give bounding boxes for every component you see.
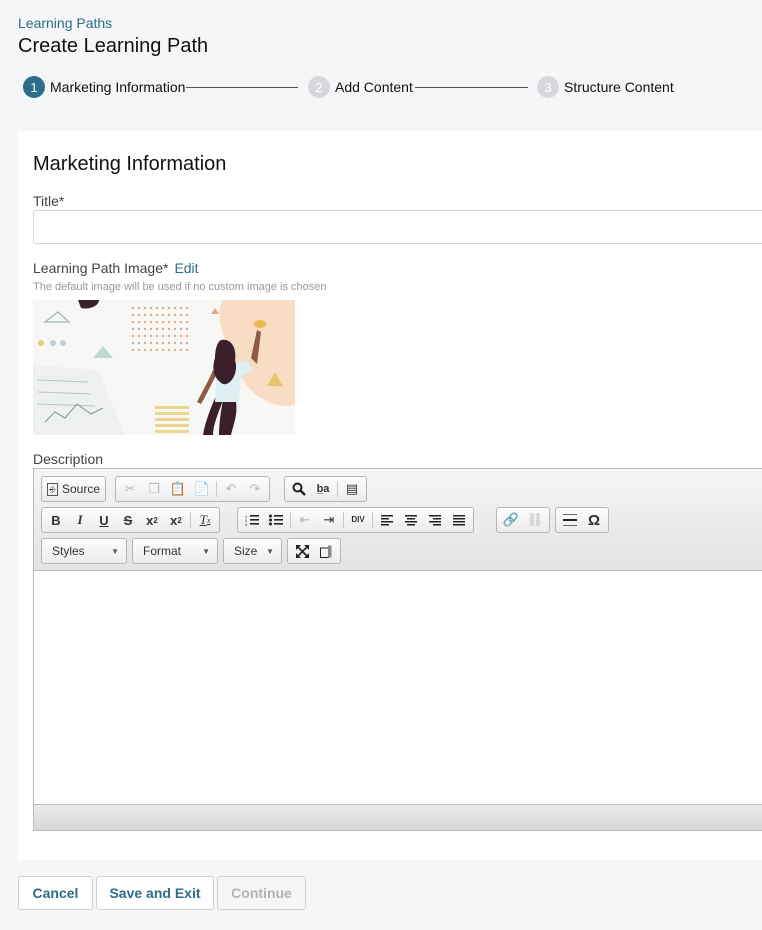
toolbar-separator bbox=[372, 512, 373, 528]
indent-icon[interactable]: ⇥ bbox=[317, 509, 341, 531]
format-dropdown[interactable]: Format ▼ bbox=[132, 538, 218, 564]
link-icon[interactable]: 🔗 bbox=[499, 509, 523, 531]
size-dropdown-label: Size bbox=[234, 544, 258, 558]
cancel-button[interactable]: Cancel bbox=[18, 876, 93, 910]
step-number: 2 bbox=[308, 76, 330, 98]
image-hint: The default image will be used if no cus… bbox=[33, 281, 327, 293]
page-title: Create Learning Path bbox=[18, 35, 209, 57]
toolbar-separator bbox=[190, 512, 191, 528]
stepper: 1 Marketing Information 2 Add Content 3 … bbox=[23, 76, 683, 98]
svg-text:3: 3 bbox=[245, 522, 248, 526]
title-label: Title* bbox=[33, 193, 65, 209]
source-button[interactable]: ⎆ Source bbox=[44, 478, 103, 500]
toolbar-separator bbox=[337, 481, 338, 497]
replace-icon[interactable]: b̲a bbox=[311, 478, 335, 500]
subscript-icon[interactable]: x2 bbox=[140, 509, 164, 531]
step-number: 1 bbox=[23, 76, 45, 98]
chevron-down-icon: ▼ bbox=[111, 546, 119, 556]
step-label: Add Content bbox=[335, 79, 413, 95]
image-label: Learning Path Image* bbox=[33, 260, 169, 276]
copy-icon[interactable]: ❐ bbox=[142, 478, 166, 500]
step-structure-content[interactable]: 3 Structure Content bbox=[537, 76, 674, 98]
paste-icon[interactable]: 📋 bbox=[166, 478, 190, 500]
step-connector bbox=[186, 87, 298, 88]
outdent-icon[interactable]: ⇤ bbox=[293, 509, 317, 531]
marketing-information-card: Marketing Information Title* Learning Pa… bbox=[18, 131, 762, 860]
step-marketing-information[interactable]: 1 Marketing Information bbox=[23, 76, 185, 98]
undo-icon[interactable]: ↶ bbox=[219, 478, 243, 500]
step-label: Structure Content bbox=[564, 79, 674, 95]
toolbar-group-find: b̲a ▤ bbox=[284, 476, 367, 502]
image-edit-link[interactable]: Edit bbox=[174, 260, 198, 276]
styles-dropdown[interactable]: Styles ▼ bbox=[41, 538, 127, 564]
chevron-down-icon: ▼ bbox=[202, 546, 210, 556]
step-label: Marketing Information bbox=[50, 79, 186, 95]
description-label: Description bbox=[33, 451, 104, 467]
description-editor: ⎆ Source ✂ ❐ 📋 📄 ↶ ↷ b̲a ▤ B I U S x 2 x… bbox=[33, 468, 762, 831]
maximize-icon[interactable] bbox=[290, 540, 314, 562]
toolbar-group-clipboard: ✂ ❐ 📋 📄 ↶ ↷ bbox=[115, 476, 270, 502]
step-add-content[interactable]: 2 Add Content bbox=[308, 76, 413, 98]
redo-icon[interactable]: ↷ bbox=[243, 478, 267, 500]
underline-icon[interactable]: U bbox=[92, 509, 116, 531]
find-icon[interactable] bbox=[287, 478, 311, 500]
step-number: 3 bbox=[537, 76, 559, 98]
title-input[interactable] bbox=[33, 210, 762, 244]
save-and-exit-button[interactable]: Save and Exit bbox=[96, 876, 214, 910]
toolbar-group-tools bbox=[287, 538, 341, 564]
learning-path-image bbox=[33, 300, 295, 435]
align-left-icon[interactable] bbox=[375, 509, 399, 531]
step-connector bbox=[415, 87, 528, 88]
chevron-down-icon: ▼ bbox=[266, 546, 274, 556]
toolbar-group-insert: Ω bbox=[555, 507, 609, 533]
strikethrough-icon[interactable]: S bbox=[116, 509, 140, 531]
breadcrumb-learning-paths[interactable]: Learning Paths bbox=[18, 15, 112, 31]
remove-format-icon[interactable]: Tx bbox=[193, 509, 217, 531]
toolbar-separator bbox=[343, 512, 344, 528]
continue-button[interactable]: Continue bbox=[217, 876, 306, 910]
editor-toolbar: ⎆ Source ✂ ❐ 📋 📄 ↶ ↷ b̲a ▤ B I U S x 2 x… bbox=[34, 469, 762, 571]
source-button-label: Source bbox=[62, 482, 101, 496]
source-icon: ⎆ bbox=[47, 482, 58, 496]
numbered-list-icon[interactable]: 123 bbox=[240, 509, 264, 531]
section-title: Marketing Information bbox=[33, 153, 227, 175]
superscript-icon[interactable]: x2 bbox=[164, 509, 188, 531]
bold-icon[interactable]: B bbox=[44, 509, 68, 531]
styles-dropdown-label: Styles bbox=[52, 544, 85, 558]
cut-icon[interactable]: ✂ bbox=[118, 478, 142, 500]
toolbar-group-links: 🔗 ⛓ bbox=[496, 507, 550, 533]
image-label-row: Learning Path Image* Edit bbox=[33, 260, 199, 276]
create-div-icon[interactable]: DIV bbox=[346, 509, 370, 531]
unlink-icon[interactable]: ⛓ bbox=[523, 509, 547, 531]
horizontal-line-icon[interactable] bbox=[558, 509, 582, 531]
align-right-icon[interactable] bbox=[423, 509, 447, 531]
editor-content-area[interactable] bbox=[34, 571, 762, 805]
special-character-icon[interactable]: Ω bbox=[582, 509, 606, 531]
toolbar-group-paragraph: 123 ⇤ ⇥ DIV bbox=[237, 507, 474, 533]
bulleted-list-icon[interactable] bbox=[264, 509, 288, 531]
show-blocks-icon[interactable] bbox=[314, 540, 338, 562]
select-all-icon[interactable]: ▤ bbox=[340, 478, 364, 500]
toolbar-separator bbox=[216, 481, 217, 497]
paste-text-icon[interactable]: 📄 bbox=[190, 478, 214, 500]
toolbar-group-basic-styles: B I U S x2 x2 Tx bbox=[41, 507, 220, 533]
format-dropdown-label: Format bbox=[143, 544, 182, 558]
toolbar-separator bbox=[290, 512, 291, 528]
italic-icon[interactable]: I bbox=[68, 509, 92, 531]
editor-status-bar bbox=[34, 804, 762, 830]
justify-icon[interactable] bbox=[447, 509, 471, 531]
toolbar-group-document: ⎆ Source bbox=[41, 476, 107, 502]
size-dropdown[interactable]: Size ▼ bbox=[223, 538, 282, 564]
align-center-icon[interactable] bbox=[399, 509, 423, 531]
